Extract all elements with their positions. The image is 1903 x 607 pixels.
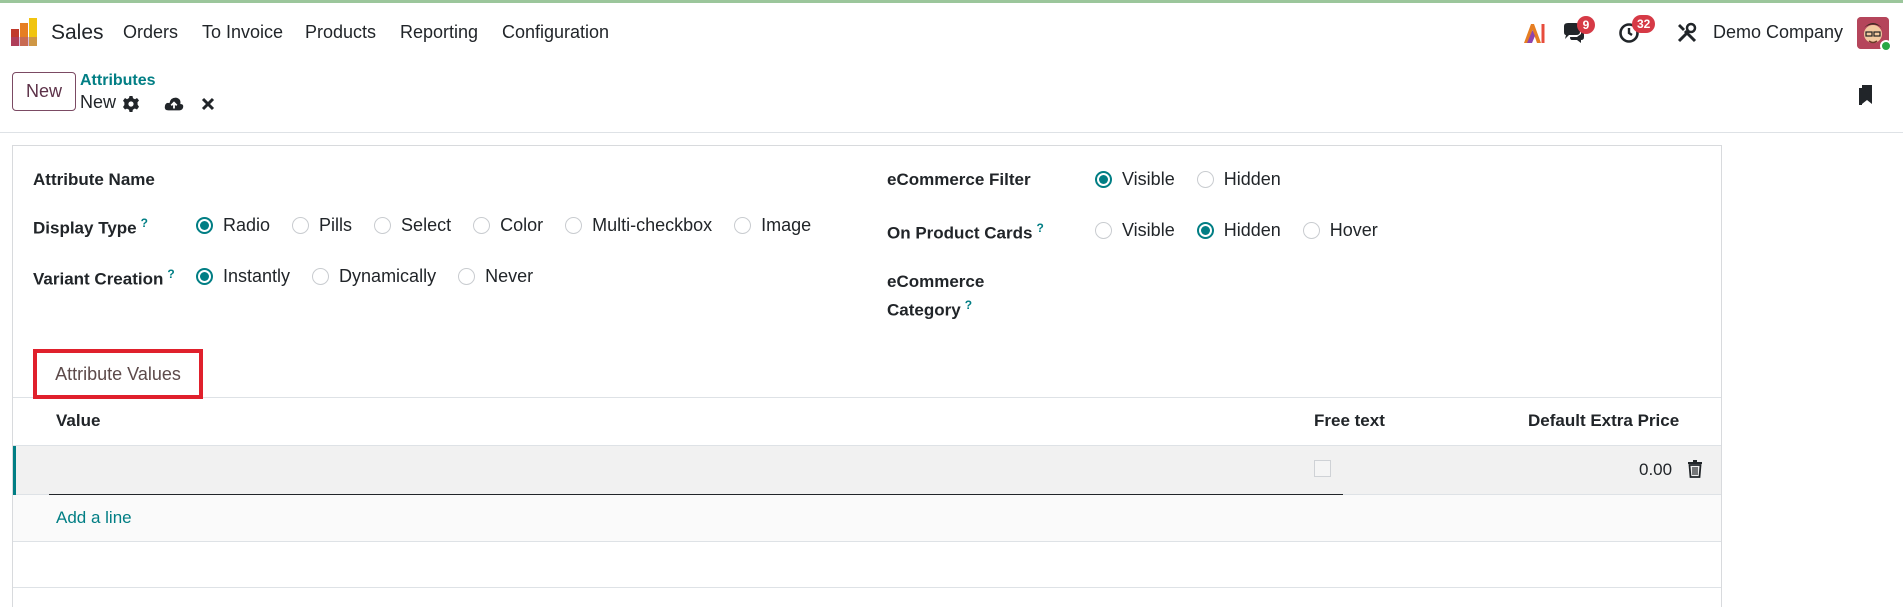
ecommerce-filter-hidden[interactable]: Hidden — [1196, 169, 1281, 190]
menu-reporting[interactable]: Reporting — [400, 22, 478, 43]
default-extra-price-input[interactable]: 0.00 — [1639, 460, 1672, 480]
radio-icon[interactable] — [1095, 222, 1112, 239]
display-type-select[interactable]: Select — [374, 215, 451, 236]
save-cloud-icon[interactable] — [164, 94, 184, 114]
radio-icon[interactable] — [312, 268, 330, 285]
display-type-label: Display Type? — [33, 216, 148, 238]
product-cards-hidden[interactable]: Hidden — [1196, 220, 1281, 241]
product-cards-hover[interactable]: Hover — [1302, 220, 1378, 241]
variant-creation-dynamically[interactable]: Dynamically — [312, 266, 436, 287]
column-header-free-text[interactable]: Free text — [1314, 411, 1385, 431]
menu-to-invoice[interactable]: To Invoice — [202, 22, 283, 43]
display-type-help-icon[interactable]: ? — [141, 216, 148, 230]
display-type-pills[interactable]: Pills — [292, 215, 352, 236]
add-line-row — [13, 495, 1721, 541]
table-row[interactable]: 0.00 — [13, 445, 1721, 496]
variant-creation-label: Variant Creation? — [33, 267, 175, 289]
tab-attribute-values[interactable]: Attribute Values — [33, 349, 203, 399]
radio-selected-icon[interactable] — [1095, 171, 1112, 188]
menu-orders[interactable]: Orders — [123, 22, 178, 43]
display-type-color[interactable]: Color — [473, 215, 543, 236]
main-navbar: Sales Orders To Invoice Products Reporti… — [0, 3, 1903, 62]
row-edit-indicator — [13, 446, 16, 496]
display-type-image[interactable]: Image — [734, 215, 811, 236]
gear-icon[interactable] — [121, 94, 141, 114]
variant-creation-help-icon[interactable]: ? — [167, 267, 174, 281]
form-sheet: Attribute Name Display Type? Radio Pills… — [12, 145, 1722, 607]
radio-icon[interactable] — [292, 217, 310, 234]
trash-icon[interactable] — [1687, 460, 1703, 478]
discard-close-icon[interactable] — [198, 94, 218, 114]
add-a-line-link[interactable]: Add a line — [56, 508, 132, 528]
sales-app-icon[interactable] — [10, 17, 40, 47]
row-divider — [13, 587, 1721, 588]
ecommerce-category-help-icon[interactable]: ? — [965, 298, 972, 312]
control-panel-divider — [0, 132, 1903, 133]
display-type-radio-group: Radio Pills Select Color Multi-checkbox … — [196, 215, 833, 236]
radio-icon[interactable] — [458, 268, 476, 285]
radio-selected-icon[interactable] — [196, 217, 213, 234]
radio-icon[interactable] — [473, 217, 491, 234]
variant-creation-instantly[interactable]: Instantly — [196, 266, 290, 287]
radio-icon[interactable] — [565, 217, 583, 234]
ecommerce-filter-radio-group: Visible Hidden — [1095, 169, 1303, 190]
radio-icon[interactable] — [1302, 222, 1320, 239]
activities-badge: 32 — [1632, 15, 1656, 33]
variant-creation-never[interactable]: Never — [458, 266, 533, 287]
product-cards-radio-group: Visible Hidden Hover — [1095, 220, 1400, 241]
tab-bottom-line — [13, 397, 1721, 398]
ecommerce-category-label-line2: Category? — [887, 298, 973, 320]
radio-icon[interactable] — [374, 217, 392, 234]
messages-badge: 9 — [1577, 16, 1595, 34]
menu-configuration[interactable]: Configuration — [502, 22, 609, 43]
company-switcher[interactable]: Demo Company — [1713, 22, 1843, 43]
radio-icon[interactable] — [734, 217, 752, 234]
column-header-default-extra-price[interactable]: Default Extra Price — [1528, 411, 1679, 431]
variant-creation-radio-group: Instantly Dynamically Never — [196, 266, 555, 287]
attribute-name-label: Attribute Name — [33, 170, 155, 189]
product-cards-visible[interactable]: Visible — [1095, 220, 1175, 241]
radio-selected-icon[interactable] — [196, 268, 213, 285]
column-header-value[interactable]: Value — [56, 411, 100, 431]
product-cards-help-icon[interactable]: ? — [1036, 221, 1043, 235]
product-cards-label: On Product Cards? — [887, 221, 1044, 243]
app-name[interactable]: Sales — [51, 21, 104, 45]
ecommerce-category-label-line1: eCommerce — [887, 272, 985, 291]
ecommerce-filter-visible[interactable]: Visible — [1095, 169, 1175, 190]
radio-selected-icon[interactable] — [1196, 222, 1214, 239]
bookmark-icon[interactable] — [1857, 82, 1877, 108]
ai-icon[interactable] — [1521, 20, 1547, 46]
row-divider — [13, 541, 1721, 542]
display-type-multi-checkbox[interactable]: Multi-checkbox — [565, 215, 712, 236]
ecommerce-filter-label: eCommerce Filter — [887, 170, 1031, 189]
free-text-checkbox[interactable] — [1314, 460, 1331, 477]
online-status-dot — [1880, 40, 1892, 52]
breadcrumb-current: New — [80, 92, 117, 112]
new-record-button[interactable]: New — [12, 72, 76, 111]
radio-icon[interactable] — [1196, 171, 1214, 188]
menu-products[interactable]: Products — [305, 22, 376, 43]
display-type-radio[interactable]: Radio — [196, 215, 270, 236]
breadcrumb-attributes[interactable]: Attributes — [80, 72, 156, 90]
debug-tools-icon[interactable] — [1674, 20, 1700, 46]
